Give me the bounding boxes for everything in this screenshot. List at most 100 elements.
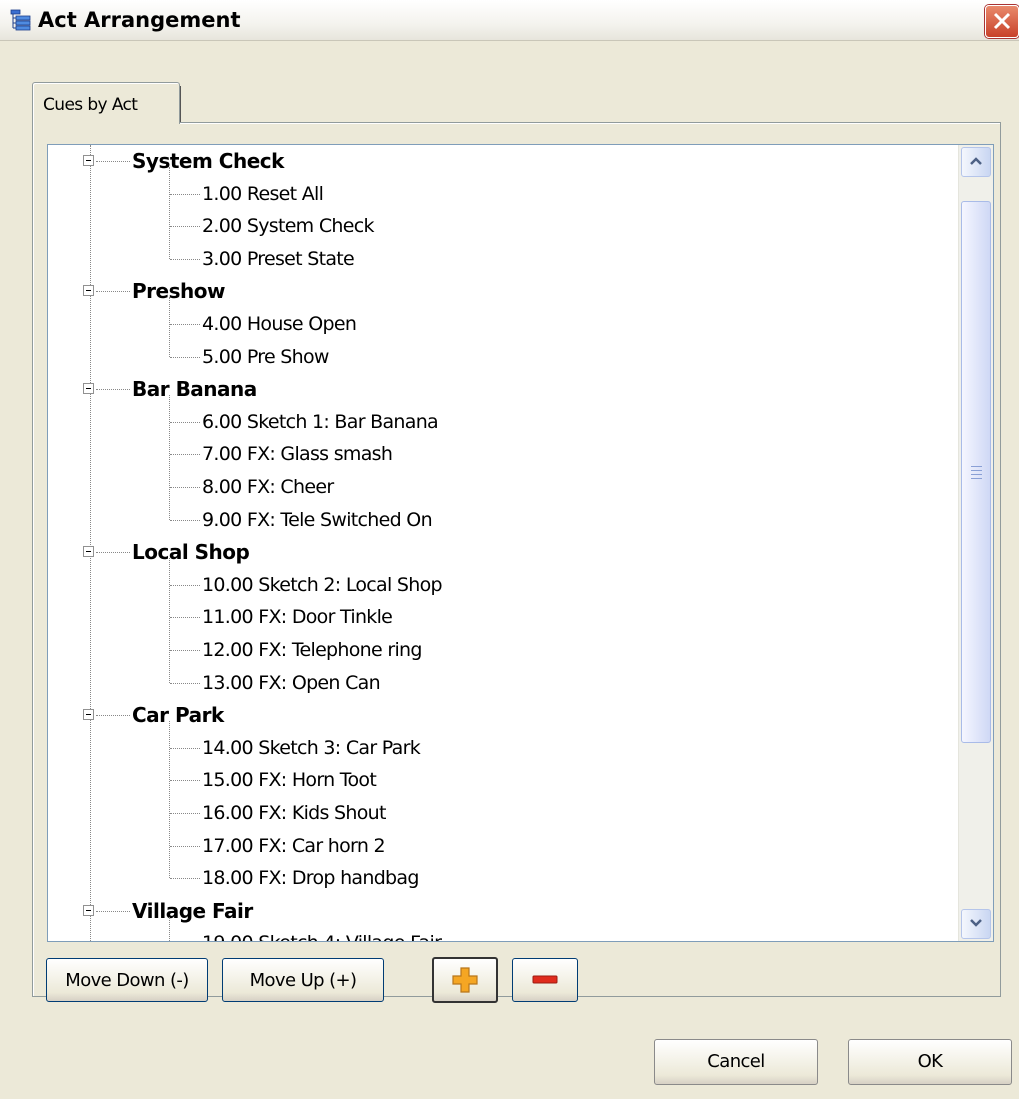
collapse-icon[interactable] [83, 546, 94, 558]
tree-cue-row[interactable]: 9.00 FX: Tele Switched On [48, 504, 948, 536]
act-label: Car Park [132, 703, 224, 728]
close-icon [993, 12, 1011, 30]
cue-label: 17.00 FX: Car horn 2 [202, 834, 386, 857]
tree-connector [96, 910, 130, 912]
tree-cue-row[interactable]: 3.00 Preset State [48, 243, 948, 275]
move-down-button[interactable]: Move Down (-) [46, 958, 208, 1002]
tree-child-line [169, 558, 170, 683]
tree-cue-row[interactable]: 7.00 FX: Glass smash [48, 438, 948, 470]
tree-cue-row[interactable]: 16.00 FX: Kids Shout [48, 797, 948, 829]
act-label: System Check [132, 149, 284, 173]
tree-connector [170, 780, 200, 782]
cue-label: 2.00 System Check [202, 215, 374, 238]
grip-line [971, 466, 982, 467]
grip-line [971, 474, 982, 475]
cue-label: 10.00 Sketch 2: Local Shop [202, 573, 443, 596]
cue-label: 16.00 FX: Kids Shout [202, 802, 386, 824]
tree-child-line [169, 395, 170, 520]
tree-cue-row[interactable]: 12.00 FX: Telephone ring [48, 634, 948, 666]
tree-cue-row[interactable]: 19.00 Sketch 4: Village Fair [48, 927, 948, 941]
tree-list-icon [10, 9, 32, 31]
tree-connector [96, 389, 130, 391]
tree-act-row[interactable]: Village Fair [48, 895, 948, 927]
chevron-up-icon [970, 157, 982, 165]
tree-child-line [169, 167, 170, 259]
act-tree[interactable]: System Check 1.00 Reset All 2.00 System Ch… [47, 144, 994, 942]
collapse-icon[interactable] [83, 155, 94, 166]
tree-connector [170, 519, 200, 521]
scroll-thumb[interactable] [961, 201, 991, 743]
tree-connector [96, 715, 130, 717]
tree-connector [170, 878, 200, 880]
cue-label: 15.00 FX: Horn Toot [202, 769, 377, 792]
tree-cue-row[interactable]: 14.00 Sketch 3: Car Park [48, 732, 948, 764]
add-button[interactable] [432, 957, 498, 1003]
grip-line [971, 478, 982, 479]
tree-cue-row[interactable]: 2.00 System Check [48, 210, 948, 242]
tree-connector [96, 552, 130, 554]
cue-label: 13.00 FX: Open Can [202, 671, 381, 694]
chevron-down-icon [970, 919, 982, 927]
tree-child-line [169, 721, 170, 879]
tree-connector [96, 161, 130, 162]
tree-connector [170, 584, 200, 586]
cue-label: 12.00 FX: Telephone ring [202, 639, 422, 661]
tree-cue-row[interactable]: 13.00 FX: Open Can [48, 667, 948, 699]
tree-act-row[interactable]: Bar Banana [48, 373, 948, 405]
cue-label: 6.00 Sketch 1: Bar Banana [202, 410, 439, 433]
remove-button[interactable] [512, 958, 578, 1002]
tree-cue-row[interactable]: 5.00 Pre Show [48, 341, 948, 373]
tree-cue-row[interactable]: 6.00 Sketch 1: Bar Banana [48, 406, 948, 438]
tree-connector [170, 356, 200, 358]
tree-act-row[interactable]: Local Shop [48, 536, 948, 568]
scroll-up-button[interactable] [961, 147, 991, 177]
tree-cue-row[interactable]: 11.00 FX: Door Tinkle [48, 601, 948, 633]
tree-connector [170, 258, 200, 260]
tree-connector [170, 747, 200, 749]
tree-cue-row[interactable]: 8.00 FX: Cheer [48, 471, 948, 503]
tab-cues-by-act[interactable]: Cues by Act [32, 82, 180, 124]
tree-cue-row[interactable]: 18.00 FX: Drop handbag [48, 862, 948, 894]
tree-cue-row[interactable]: 10.00 Sketch 2: Local Shop [48, 569, 948, 601]
collapse-icon[interactable] [83, 904, 94, 916]
tree-connector [170, 487, 200, 488]
tree-connector [170, 845, 200, 847]
tree-cue-row[interactable]: 1.00 Reset All [48, 178, 948, 210]
cue-label: 8.00 FX: Cheer [202, 476, 334, 498]
cue-label: 1.00 Reset All [202, 182, 324, 205]
tab-label: Cues by Act [43, 95, 138, 115]
tree-act-row[interactable]: Car Park [48, 699, 948, 731]
tree-connector [170, 193, 200, 195]
collapse-icon[interactable] [83, 709, 94, 721]
tree-connector [170, 650, 200, 651]
tree-cue-row[interactable]: 4.00 House Open [48, 308, 948, 340]
act-label: Bar Banana [132, 377, 257, 402]
cue-label: 11.00 FX: Door Tinkle [202, 606, 393, 629]
collapse-icon[interactable] [83, 383, 94, 395]
tree-connector [170, 324, 200, 325]
tree-child-line [169, 297, 170, 357]
tree-connector [170, 682, 200, 684]
tree-connector [170, 226, 200, 228]
act-label: Preshow [132, 279, 225, 304]
tree-cue-row[interactable]: 17.00 FX: Car horn 2 [48, 830, 948, 862]
tree-act-row[interactable]: Preshow [48, 275, 948, 307]
tree-connector [170, 813, 200, 814]
ok-button[interactable]: OK [848, 1039, 1012, 1085]
tree-cue-row[interactable]: 15.00 FX: Horn Toot [48, 764, 948, 796]
grip-line [971, 470, 982, 471]
cancel-button[interactable]: Cancel [654, 1039, 818, 1085]
tree-act-row[interactable]: System Check [48, 145, 948, 177]
cue-label: 3.00 Preset State [202, 247, 355, 270]
tree-connector [96, 291, 130, 293]
close-button[interactable] [985, 5, 1019, 38]
act-label: Village Fair [132, 898, 253, 923]
tree-connector [170, 421, 200, 423]
scroll-down-button[interactable] [961, 909, 991, 939]
cue-label: 4.00 House Open [202, 313, 357, 335]
move-up-button[interactable]: Move Up (+) [222, 958, 384, 1002]
collapse-icon[interactable] [83, 285, 94, 297]
vertical-scrollbar[interactable] [958, 145, 993, 941]
tree-connector [170, 617, 200, 619]
title-bar: Act Arrangement [0, 0, 1019, 41]
